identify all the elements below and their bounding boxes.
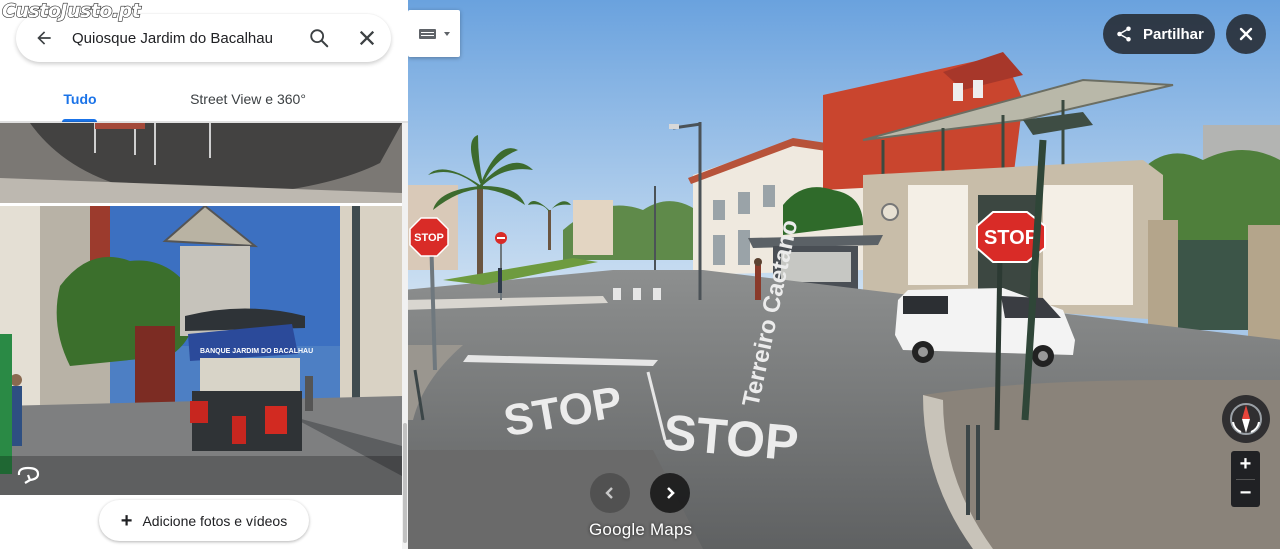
close-icon (1239, 27, 1253, 41)
street-view-scene[interactable]: STOP STOP Terreiro Caetano STOP STOP (403, 0, 1280, 549)
zoom-out-button[interactable]: − (1231, 480, 1260, 508)
road-stop-text-2: STOP (661, 404, 801, 472)
keyboard-icon (418, 28, 436, 39)
photo-image (0, 123, 402, 203)
kiosk-sign-text: BANQUE JARDIM DO BACALHAU (200, 348, 313, 355)
compass-icon (1230, 403, 1262, 435)
share-label: Partilhar (1143, 25, 1204, 43)
add-photos-label: Adicione fotos e vídeos (142, 512, 288, 529)
panel-scrollbar[interactable] (402, 123, 408, 549)
chevron-right-icon (667, 487, 675, 499)
tab-street-view[interactable]: Street View e 360° (160, 76, 408, 122)
search-button[interactable] (295, 14, 343, 62)
previous-photo-button[interactable] (590, 473, 630, 513)
street-view-panorama[interactable]: STOP STOP Terreiro Caetano STOP STOP (403, 0, 1280, 549)
rotate-360-icon (17, 466, 40, 484)
add-photos-button[interactable]: + Adicione fotos e vídeos (99, 500, 309, 541)
kiosk-photo-image: BANQUE JARDIM DO BACALHAU (0, 206, 402, 495)
keyboard-shortcuts-button[interactable] (408, 10, 460, 57)
photo-thumbnail[interactable] (0, 123, 402, 203)
app-root: STOP STOP Terreiro Caetano STOP STOP Par… (0, 0, 1280, 549)
close-street-view-button[interactable] (1226, 14, 1266, 54)
stop-sign-large-text: STOP (984, 227, 1038, 249)
clear-search-button[interactable] (343, 14, 391, 62)
search-icon (310, 29, 329, 48)
caret-down-icon (443, 31, 450, 36)
scrollbar-thumb[interactable] (403, 423, 407, 543)
zoom-in-button[interactable]: + (1231, 451, 1260, 479)
side-panel: Quiosque Jardim do Bacalhau Tudo Street … (0, 0, 408, 549)
share-button[interactable]: Partilhar (1103, 14, 1215, 54)
tab-bar: Tudo Street View e 360° (0, 76, 408, 122)
street-view-thumbnail[interactable]: BANQUE JARDIM DO BACALHAU (0, 206, 402, 495)
watermark-logo: CustoJusto.pt (1, 0, 141, 23)
compass-button[interactable] (1222, 395, 1270, 443)
stop-sign-small-text: STOP (414, 232, 444, 244)
search-input[interactable]: Quiosque Jardim do Bacalhau (72, 30, 295, 47)
plus-icon: + (120, 509, 133, 532)
tab-tudo[interactable]: Tudo (0, 76, 160, 122)
zoom-control: + − (1231, 451, 1260, 507)
back-arrow-icon (37, 31, 51, 45)
chevron-left-icon (605, 487, 613, 499)
share-icon (1117, 26, 1131, 42)
google-maps-logo: Google Maps (589, 520, 693, 539)
close-icon (359, 30, 375, 46)
next-photo-button[interactable] (650, 473, 690, 513)
